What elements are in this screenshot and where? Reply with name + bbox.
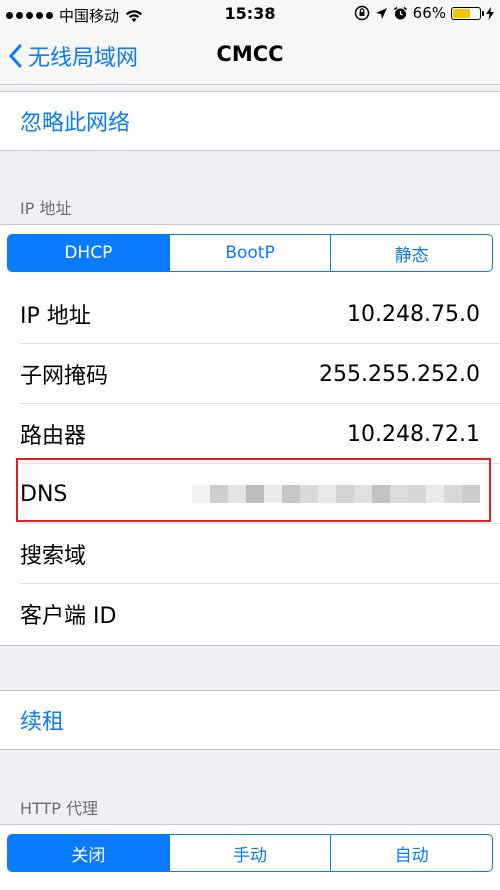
segment-dhcp[interactable]: DHCP [8,235,169,271]
navigation-bar: 无线局域网 CMCC [0,28,500,85]
charging-bolt-icon [486,6,494,20]
forget-group: 忽略此网络 [0,91,500,151]
location-arrow-icon [375,7,387,19]
status-bar: 中国移动 15:38 66% [0,0,500,28]
row-value[interactable]: 255.255.252.0 [319,362,480,387]
row-dns: DNS [0,464,500,524]
forget-network-button[interactable]: 忽略此网络 [0,92,500,150]
segment-static[interactable]: 静态 [330,235,492,271]
row-value[interactable]: 10.248.72.1 [347,422,480,447]
row-label: DNS [20,481,68,507]
rotation-lock-icon [354,5,369,21]
ip-section-header: IP 地址 [20,199,72,218]
segment-off[interactable]: 关闭 [8,835,169,871]
dns-value-blurred[interactable] [192,485,480,503]
row-router: 路由器 10.248.72.1 [0,404,500,464]
row-ip-address: IP 地址 10.248.75.0 [0,284,500,344]
row-label: 客户端 ID [20,604,117,629]
battery-percent: 66% [412,4,446,22]
proxy-mode-segmented-control[interactable]: 关闭 手动 自动 [7,834,493,872]
alarm-clock-icon [393,6,407,19]
row-label: 子网掩码 [20,364,109,389]
segment-auto[interactable]: 自动 [330,835,492,871]
row-label: 搜索域 [20,544,87,569]
renew-lease-button[interactable]: 续租 [0,691,500,749]
page-title: CMCC [216,42,284,66]
segment-manual[interactable]: 手动 [168,835,331,871]
row-label: IP 地址 [20,304,91,329]
row-client-id[interactable]: 客户端 ID [0,584,500,644]
battery-icon [451,6,484,20]
row-label: 路由器 [20,424,87,449]
row-search-domains[interactable]: 搜索域 [0,524,500,584]
ip-mode-segmented-control[interactable]: DHCP BootP 静态 [7,234,493,272]
row-subnet-mask: 子网掩码 255.255.252.0 [0,344,500,404]
segment-bootp[interactable]: BootP [168,235,331,271]
status-right: 66% [354,4,494,22]
proxy-section-header: HTTP 代理 [20,799,99,818]
row-value[interactable]: 10.248.75.0 [347,302,480,327]
renew-group: 续租 [0,690,500,750]
ip-detail-list: IP 地址 10.248.75.0 子网掩码 255.255.252.0 路由器… [0,284,500,644]
